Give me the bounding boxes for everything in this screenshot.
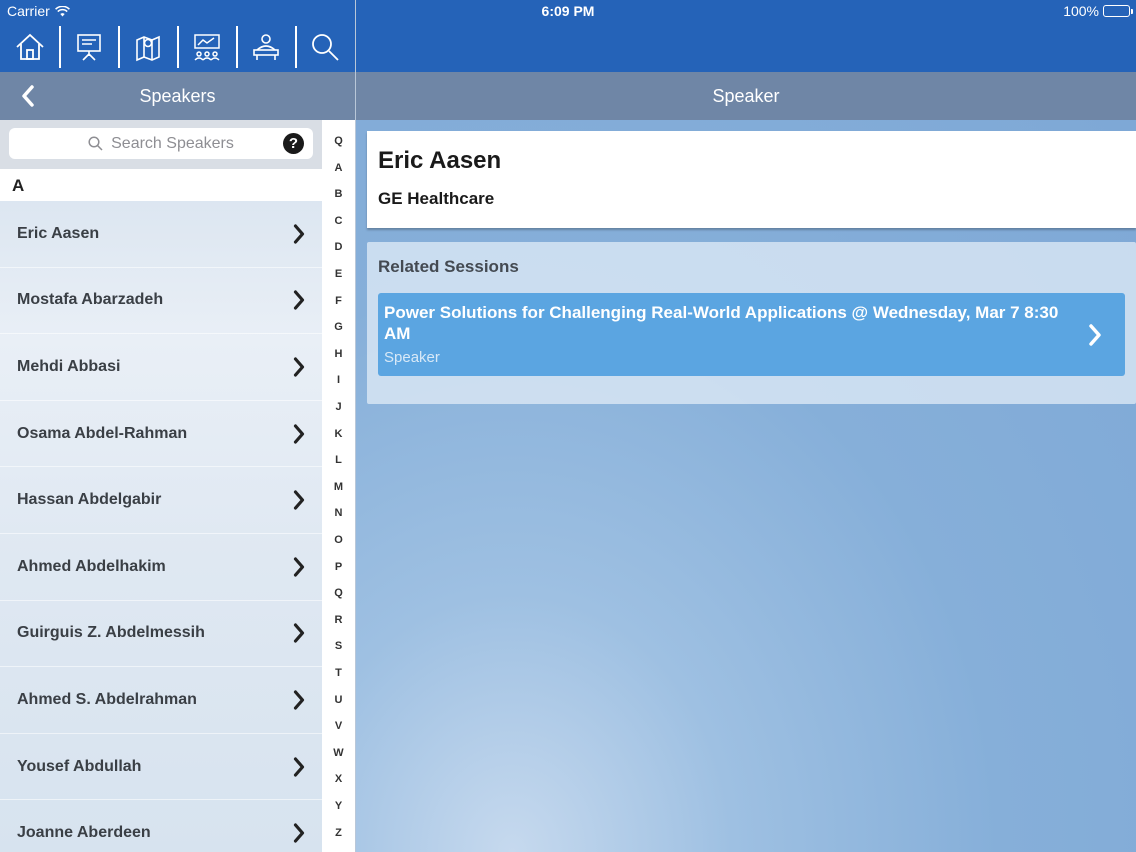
index-letter[interactable]: D (322, 241, 355, 253)
index-letter[interactable]: F (322, 295, 355, 307)
index-letter[interactable]: P (322, 561, 355, 573)
chevron-right-icon (293, 756, 305, 777)
index-letter[interactable]: N (322, 507, 355, 519)
chevron-right-icon (293, 423, 305, 444)
chevron-right-icon (293, 690, 305, 710)
search-button[interactable] (295, 24, 354, 70)
speaker-list-panel: Search Speakers ? A Eric Aasen Mostafa Ab… (0, 120, 322, 852)
chevron-right-icon (293, 823, 305, 843)
index-letter[interactable]: E (322, 268, 355, 280)
index-letter[interactable]: X (322, 773, 355, 785)
main-toolbar (0, 24, 355, 70)
speaker-row[interactable]: Ahmed Abdelhakim (0, 534, 322, 601)
speaker-row-name: Mehdi Abbasi (17, 357, 121, 375)
speaker-row[interactable]: Eric Aasen (0, 201, 322, 268)
battery-percent: 100% (1063, 3, 1099, 19)
speaker-row-name: Eric Aasen (17, 224, 100, 242)
index-letter[interactable]: W (322, 747, 355, 759)
map-button[interactable] (118, 24, 177, 70)
index-letter[interactable]: T (322, 667, 355, 679)
speaker-row-name: Ahmed S. Abdelrahman (17, 690, 197, 708)
index-letter[interactable]: Q (322, 587, 355, 599)
related-sessions-title: Related Sessions (378, 257, 519, 276)
speaker-organization: GE Healthcare (378, 189, 495, 208)
index-letter[interactable]: S (322, 640, 355, 652)
index-letter[interactable]: V (322, 720, 355, 732)
speaker-row-name: Ahmed Abdelhakim (17, 557, 166, 575)
speaker-title: Speaker (712, 86, 780, 106)
speakers-title: Speakers (139, 86, 216, 106)
chevron-right-icon (293, 357, 305, 377)
speaker-row[interactable]: Joanne Aberdeen (0, 800, 322, 852)
presentation-board-icon (75, 32, 103, 62)
home-icon (15, 33, 45, 61)
index-letter[interactable]: U (322, 694, 355, 706)
speaker-row-name: Hassan Abdelgabir (17, 491, 162, 509)
index-letter[interactable]: R (322, 614, 355, 626)
status-time: 6:09 PM (541, 3, 595, 19)
chevron-right-icon (293, 557, 305, 577)
index-letter[interactable]: Q (322, 135, 355, 147)
sessions-button[interactable] (59, 24, 118, 70)
speaker-row-name: Guirguis Z. Abdelmessih (17, 624, 205, 642)
search-placeholder: Search Speakers (111, 134, 234, 152)
index-letter[interactable]: Z (322, 827, 355, 839)
speaker-row[interactable]: Mostafa Abarzadeh (0, 268, 322, 335)
chevron-right-icon (293, 290, 305, 310)
attendee-icon (251, 32, 281, 62)
session-title: Power Solutions for Challenging Real-Wor… (384, 303, 1059, 343)
section-header: A (0, 169, 322, 201)
session-role: Speaker (384, 349, 440, 366)
index-letter[interactable]: C (322, 215, 355, 227)
search-bar: Search Speakers ? (0, 120, 322, 169)
split-divider (355, 0, 356, 852)
speaker-row[interactable]: Guirguis Z. Abdelmessih (0, 601, 322, 668)
speaker-row-name: Joanne Aberdeen (17, 824, 151, 842)
speaker-row[interactable]: Ahmed S. Abdelrahman (0, 667, 322, 734)
index-letter[interactable]: H (322, 348, 355, 360)
speaker-row-name: Osama Abdel-Rahman (17, 424, 188, 442)
exhibitors-button[interactable] (177, 24, 236, 70)
status-right: 100% (1063, 3, 1133, 19)
map-icon (134, 32, 162, 62)
chevron-right-icon (293, 224, 305, 244)
speaker-row-name: Yousef Abdullah (17, 757, 142, 775)
index-letter[interactable]: A (322, 162, 355, 174)
index-letter[interactable]: M (322, 481, 355, 493)
speaker-row[interactable]: Yousef Abdullah (0, 734, 322, 801)
speaker-row-name: Mostafa Abarzadeh (17, 291, 164, 309)
chevron-right-icon (293, 490, 305, 510)
help-icon[interactable]: ? (283, 133, 304, 154)
speaker-name: Eric Aasen (378, 147, 502, 174)
speaker-row[interactable]: Osama Abdel-Rahman (0, 401, 322, 468)
chevron-right-icon (293, 623, 305, 643)
speaker-list: Eric Aasen Mostafa Abarzadeh Mehdi Abbasi O… (0, 201, 322, 852)
alphabet-index[interactable]: Q A B C D E F G H I J K L M N O P Q R S T U V W X Y Z (322, 120, 355, 852)
speakers-navbar: Speakers (0, 72, 355, 120)
search-input[interactable]: Search Speakers ? (9, 128, 313, 159)
index-letter[interactable]: K (322, 428, 355, 440)
attendees-button[interactable] (236, 24, 295, 70)
status-bar: Carrier 6:09 PM 100% (0, 0, 1136, 24)
speaker-row[interactable]: Mehdi Abbasi (0, 334, 322, 401)
magnifier-icon (88, 136, 103, 151)
home-button[interactable] (0, 24, 59, 70)
related-sessions-section: Related Sessions Power Solutions for Cha… (367, 242, 1136, 404)
index-letter[interactable]: Y (322, 800, 355, 812)
session-card[interactable]: Power Solutions for Challenging Real-Wor… (378, 293, 1125, 376)
search-icon (310, 32, 340, 62)
index-letter[interactable]: B (322, 188, 355, 200)
speaker-header-card: Eric Aasen GE Healthcare (367, 131, 1136, 228)
index-letter[interactable]: I (322, 374, 355, 386)
index-letter[interactable]: L (322, 454, 355, 466)
exhibit-hall-icon (192, 32, 222, 62)
speaker-row[interactable]: Hassan Abdelgabir (0, 467, 322, 534)
index-letter[interactable]: O (322, 534, 355, 546)
index-letter[interactable]: G (322, 321, 355, 333)
battery-icon (1103, 5, 1133, 17)
chevron-right-icon (1088, 324, 1102, 346)
index-letter[interactable]: J (322, 401, 355, 413)
speaker-detail-panel: Eric Aasen GE Healthcare Related Session… (356, 120, 1136, 852)
speaker-navbar: Speaker (356, 72, 1136, 120)
